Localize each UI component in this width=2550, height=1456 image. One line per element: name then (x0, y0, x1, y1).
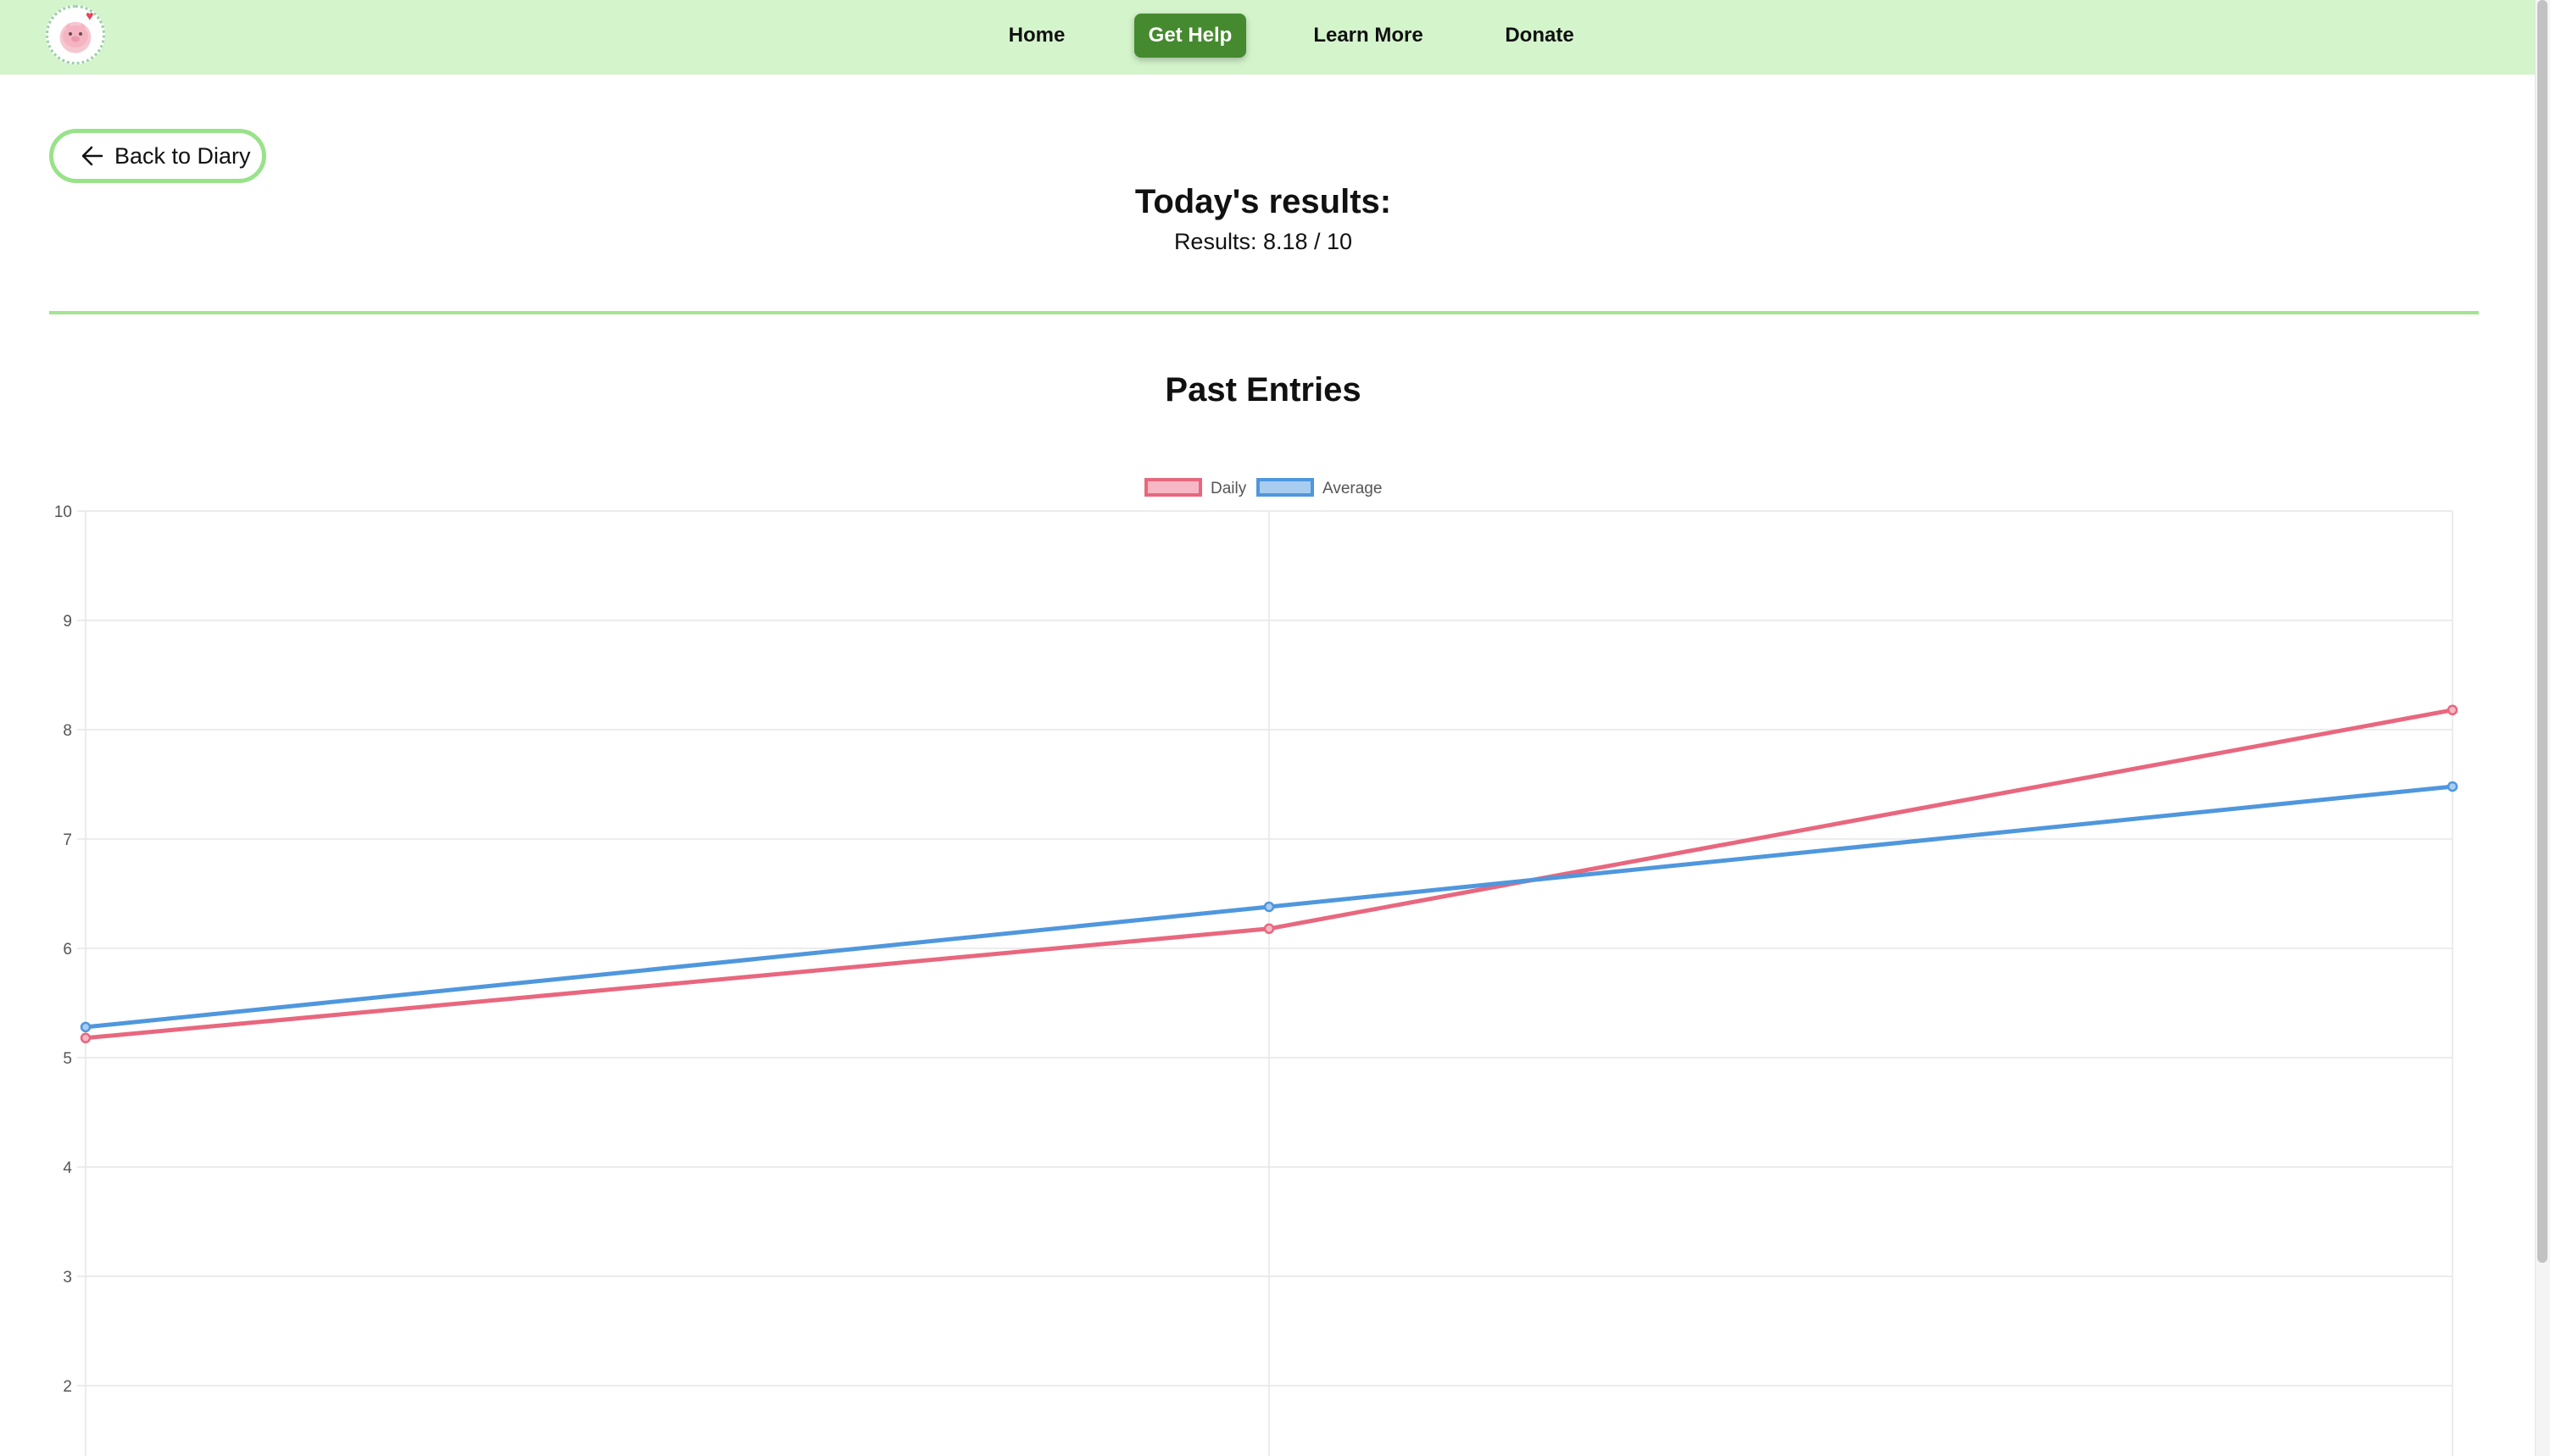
y-tick-label-9: 9 (63, 613, 72, 631)
arrow-left-icon (81, 146, 103, 166)
top-navbar: ♥ Home Get Help Learn More Donate (0, 0, 2535, 75)
point-daily-0 (80, 1032, 92, 1044)
chart-grid (77, 510, 2453, 1456)
y-tick-label-7: 7 (63, 831, 72, 849)
back-to-diary-label: Back to Diary (114, 142, 251, 169)
y-tick-label-8: 8 (63, 722, 72, 740)
point-daily-1 (1263, 923, 1275, 935)
page-scrollbar[interactable] (2535, 0, 2550, 1456)
y-tick-label-4: 4 (63, 1159, 72, 1177)
y-axis-ticks: 10 9 8 7 6 5 4 3 2 (54, 503, 73, 1396)
scrollbar-thumb[interactable] (2537, 0, 2547, 1263)
nav-learn-more[interactable]: Learn More (1306, 14, 1431, 58)
y-tick-label-2: 2 (63, 1378, 72, 1396)
legend-label-daily[interactable]: Daily (1211, 480, 1247, 497)
point-daily-2 (2447, 704, 2458, 716)
past-entries-title: Past Entries (1165, 371, 1361, 408)
legend-label-average[interactable]: Average (1322, 480, 1382, 497)
point-average-2 (2447, 781, 2458, 792)
results-value: Results: 8.18 / 10 (1173, 229, 1353, 254)
y-tick-label-10: 10 (54, 503, 72, 521)
results-title: Today's results: (1134, 183, 1392, 220)
legend-swatch-daily[interactable] (1144, 478, 1202, 497)
section-divider (49, 311, 2479, 314)
point-average-1 (1263, 901, 1275, 913)
y-tick-label-5: 5 (63, 1050, 72, 1068)
y-tick-label-3: 3 (63, 1269, 72, 1287)
past-entries-chart: Daily Average 10 9 8 7 6 5 4 3 2 (54, 478, 2458, 1456)
point-average-0 (80, 1021, 92, 1033)
legend-swatch-average[interactable] (1256, 478, 1314, 497)
main-nav: Home Get Help Learn More Donate (0, 14, 2535, 61)
nav-donate[interactable]: Donate (1497, 14, 1582, 58)
nav-home[interactable]: Home (997, 14, 1077, 58)
back-to-diary-button[interactable]: Back to Diary (49, 129, 266, 183)
y-tick-label-6: 6 (63, 941, 72, 959)
chart-legend: Daily Average (1144, 478, 1382, 497)
nav-get-help[interactable]: Get Help (1134, 14, 1246, 58)
